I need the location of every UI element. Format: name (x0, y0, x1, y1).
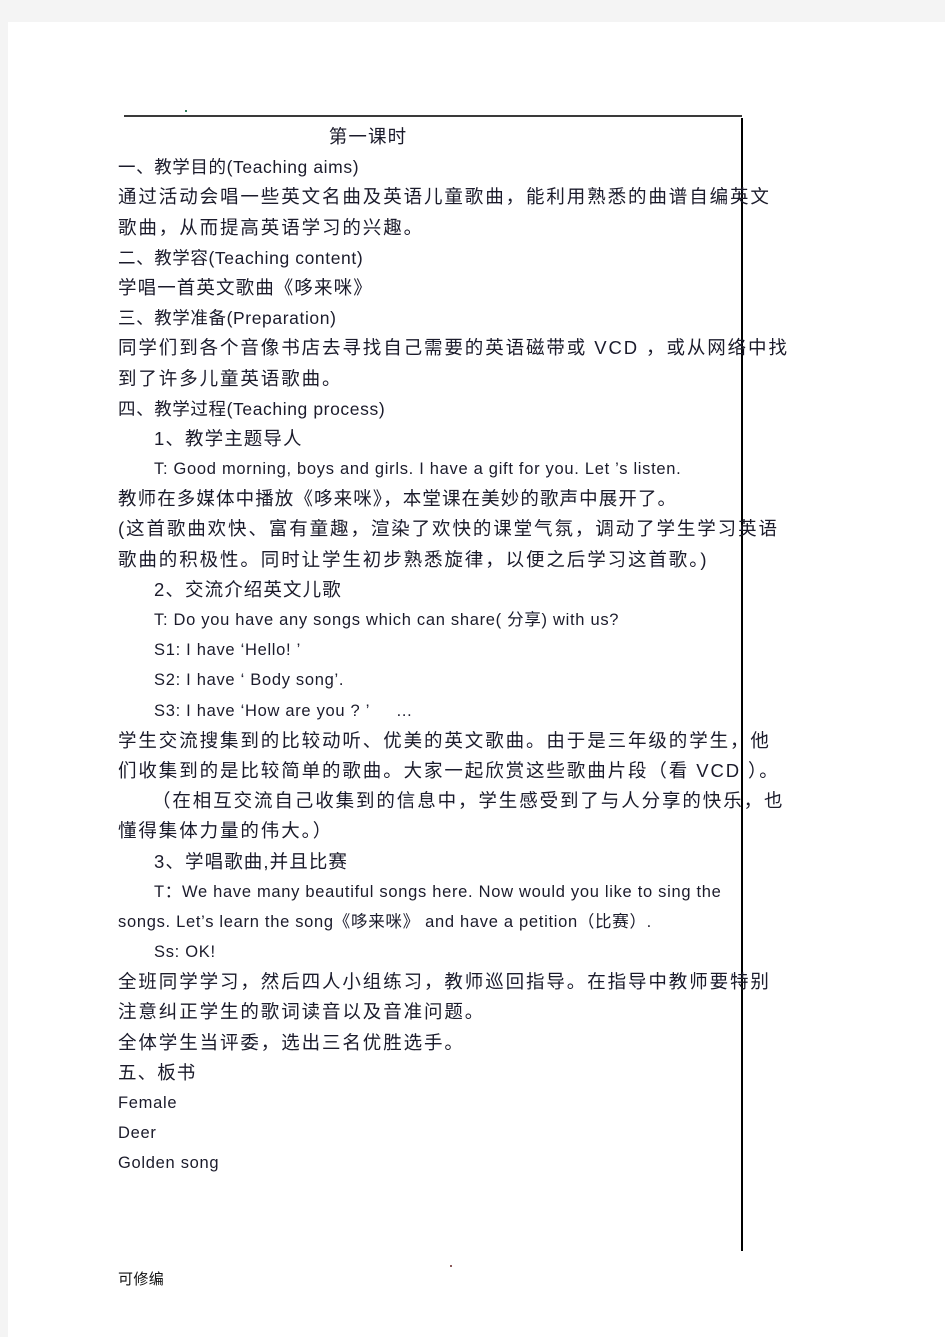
document-line: 第一课时 (328, 126, 408, 147)
document-line: S1: I have ‘Hello! ’ (154, 641, 301, 660)
document-line: 1、教学主题导人 (154, 427, 303, 449)
document-body: 第一课时一、教学目的(Teaching aims) 通过活动会唱一些英文名曲及英语… (118, 122, 789, 1179)
document-line: 全班同学学习，然后四人小组练习，教师巡回指导。在指导中教师要特别 (118, 971, 771, 993)
document-line: 同学们到各个音像书店去寻找自己需要的英语磁带或 VCD ，或从网络中找 (118, 337, 789, 359)
document-line: 们收集到的是比较简单的歌曲。大家一起欣赏这些歌曲片段（看 VCD ）。 (118, 759, 780, 781)
document-line: 歌曲，从而提高英语学习的兴趣。 (118, 216, 425, 238)
frame-right-rule (741, 118, 743, 1251)
document-line: 教师在多媒体中播放《哆来咪》，本堂课在美妙的歌声中展开了。 (118, 488, 678, 510)
document-line: 到了许多儿童英语歌曲。 (118, 367, 343, 389)
document-line: Golden song (118, 1154, 220, 1173)
document-line: 注意纠正学生的歌词读音以及音准问题。 (118, 1001, 486, 1023)
document-line: Deer (118, 1124, 157, 1143)
document-line: 四、教学过程(Teaching process) (118, 398, 386, 419)
document-line: 3、学唱歌曲,并且比赛 (154, 850, 349, 872)
document-line: （在相互交流自己收集到的信息中，学生感受到了与人分享的快乐，也 (152, 790, 785, 812)
document-line: 歌曲的积极性。同时让学生初步熟悉旋律，以便之后学习这首歌。) (118, 548, 709, 570)
document-line: 五、板书 (118, 1061, 197, 1083)
stray-mark-bottom (450, 1265, 452, 1267)
stray-mark-top (185, 110, 187, 112)
document-line: 三、教学准备(Preparation) (118, 308, 337, 329)
document-line: T: Good morning, boys and girls. I have … (154, 460, 682, 479)
document-line: T: Do you have any songs which can share… (154, 611, 620, 629)
document-line: 二、教学容(Teaching content) (118, 247, 364, 268)
page-footer: 可修编 (118, 1271, 165, 1288)
document-line: T：We have many beautiful songs here. Now… (154, 882, 722, 901)
frame-top-rule (124, 115, 742, 117)
document-line: S3: I have ‘How are you ? ’ … (154, 701, 414, 720)
document-line: songs. Let’s learn the song《哆来咪》 and hav… (118, 912, 652, 931)
document-line: 通过活动会唱一些英文名曲及英语儿童歌曲，能利用熟悉的曲谱自编英文 (118, 186, 771, 208)
document-line: 懂得集体力量的伟大。） (118, 820, 334, 842)
document-line: (这首歌曲欢快、富有童趣，渲染了欢快的课堂气氛，调动了学生学习英语 (118, 518, 779, 540)
document-line: Ss: OK! (154, 943, 216, 962)
document-page: 第一课时一、教学目的(Teaching aims) 通过活动会唱一些英文名曲及英语… (8, 22, 945, 1337)
document-line: Female (118, 1094, 178, 1112)
document-line: 一、教学目的(Teaching aims) (118, 157, 360, 178)
document-line: S2: I have ‘ Body song’. (154, 671, 345, 690)
document-line: 2、交流介绍英文儿歌 (154, 578, 342, 600)
document-line: 学生交流搜集到的比较动听、优美的英文歌曲。由于是三年级的学生，他 (118, 729, 771, 751)
document-line: 全体学生当评委，选出三名优胜选手。 (118, 1031, 465, 1053)
document-line: 学唱一首英文歌曲《哆来咪》 (118, 276, 373, 298)
